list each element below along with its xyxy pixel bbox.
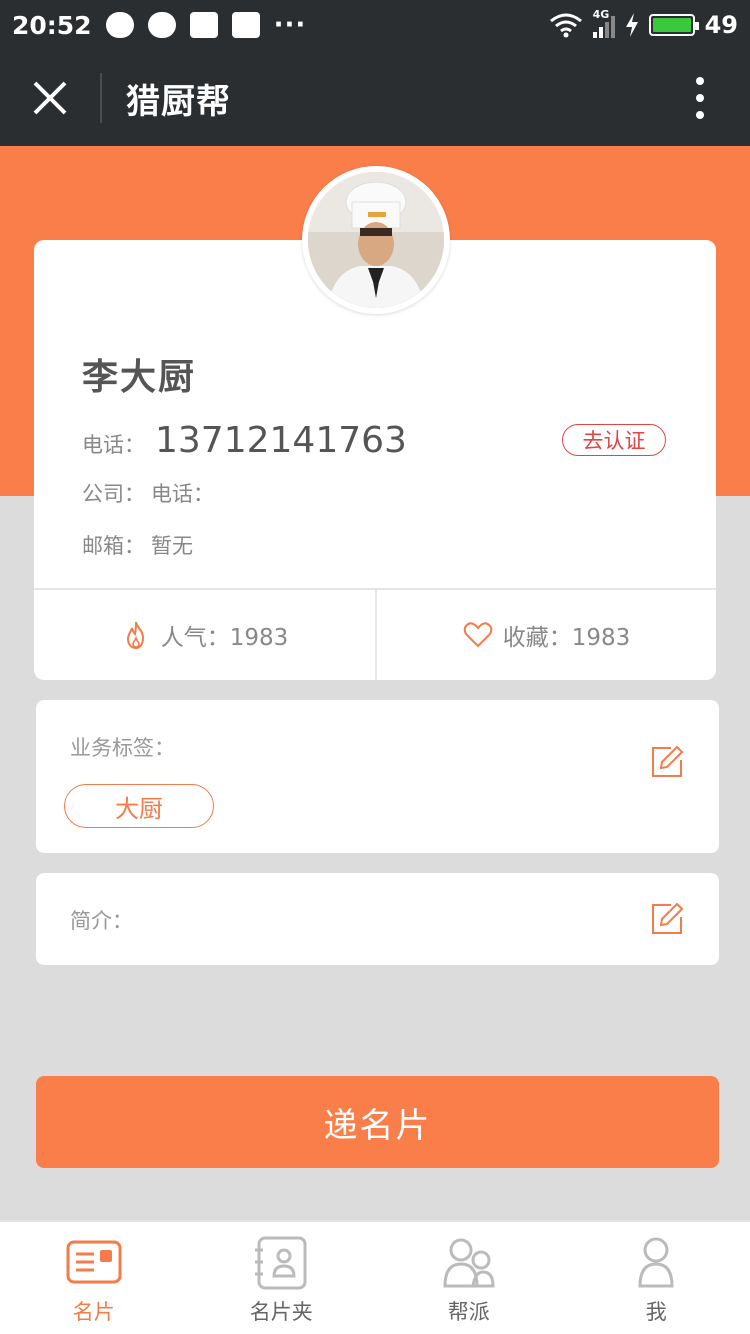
tab-group[interactable]: 帮派 — [375, 1222, 563, 1334]
send-card-button[interactable]: 递名片 — [36, 1076, 719, 1168]
business-tags-card: 业务标签： 大厨 — [36, 700, 719, 853]
image-notification-icon — [189, 12, 218, 38]
email-row: 邮箱： 暂无 — [82, 530, 193, 560]
signal-icon: 4G — [592, 8, 615, 38]
tab-bar: 名片 名片夹 帮派 我 — [0, 1220, 750, 1334]
edit-tags-button[interactable] — [649, 744, 685, 780]
avatar-image — [308, 172, 444, 308]
person-icon — [638, 1237, 674, 1288]
tab-me-label: 我 — [645, 1300, 667, 1324]
tab-me[interactable]: 我 — [563, 1222, 750, 1334]
more-notifications-icon: ··· — [273, 10, 307, 40]
edit-icon — [652, 902, 684, 934]
contacts-book-icon — [255, 1236, 307, 1290]
tab-card-holder-label: 名片夹 — [249, 1300, 313, 1324]
phone-row: 电话： 13712141763 — [82, 420, 407, 461]
intro-card: 简介： — [36, 873, 719, 965]
status-bar: 20:52 ··· 4G 49 — [0, 0, 750, 50]
close-button[interactable] — [0, 50, 100, 146]
tab-group-label: 帮派 — [447, 1300, 490, 1324]
tag-chip[interactable]: 大厨 — [64, 784, 214, 828]
nav-bar: 猎厨帮 — [0, 50, 750, 146]
flame-icon — [126, 621, 144, 650]
wifi-icon — [549, 13, 582, 38]
edit-icon — [652, 745, 684, 777]
business-tags-label: 业务标签： — [70, 736, 175, 760]
qq-notification-icon — [231, 12, 260, 38]
phone-label: 电话： — [82, 433, 145, 457]
edit-intro-button[interactable] — [649, 901, 685, 937]
verify-button[interactable]: 去认证 — [562, 424, 666, 456]
status-time: 20:52 — [12, 10, 92, 40]
charging-icon — [625, 13, 638, 37]
avatar[interactable] — [302, 166, 450, 314]
battery-icon — [648, 14, 699, 36]
popularity-label: 人气：1983 — [160, 625, 289, 651]
card-icon — [66, 1240, 122, 1284]
chat-notification-icon — [105, 12, 134, 38]
page-title: 猎厨帮 — [126, 81, 231, 122]
message-notification-icon — [147, 12, 176, 38]
tab-card-holder[interactable]: 名片夹 — [188, 1222, 376, 1334]
heart-icon — [463, 622, 492, 648]
more-vertical-icon — [696, 77, 704, 119]
profile-name: 李大厨 — [82, 357, 197, 398]
intro-label: 简介： — [70, 909, 133, 933]
tab-card-label: 名片 — [72, 1300, 115, 1324]
favorites-stat[interactable]: 收藏：1983 — [375, 590, 716, 680]
company-label: 公司： — [82, 482, 145, 506]
phone-value[interactable]: 13712141763 — [155, 420, 407, 461]
nav-divider — [100, 73, 102, 123]
tab-card[interactable]: 名片 — [0, 1222, 188, 1334]
company-row: 公司： 电话： — [82, 478, 214, 508]
company-value: 电话： — [151, 482, 214, 506]
more-menu-button[interactable] — [650, 50, 750, 146]
email-value: 暂无 — [151, 534, 193, 558]
email-label: 邮箱： — [82, 534, 145, 558]
popularity-stat[interactable]: 人气：1983 — [34, 590, 375, 680]
close-icon — [33, 81, 67, 115]
network-type: 4G — [592, 8, 610, 21]
favorites-label: 收藏：1983 — [502, 625, 631, 651]
battery-level: 49 — [704, 11, 738, 39]
group-icon — [443, 1238, 495, 1288]
